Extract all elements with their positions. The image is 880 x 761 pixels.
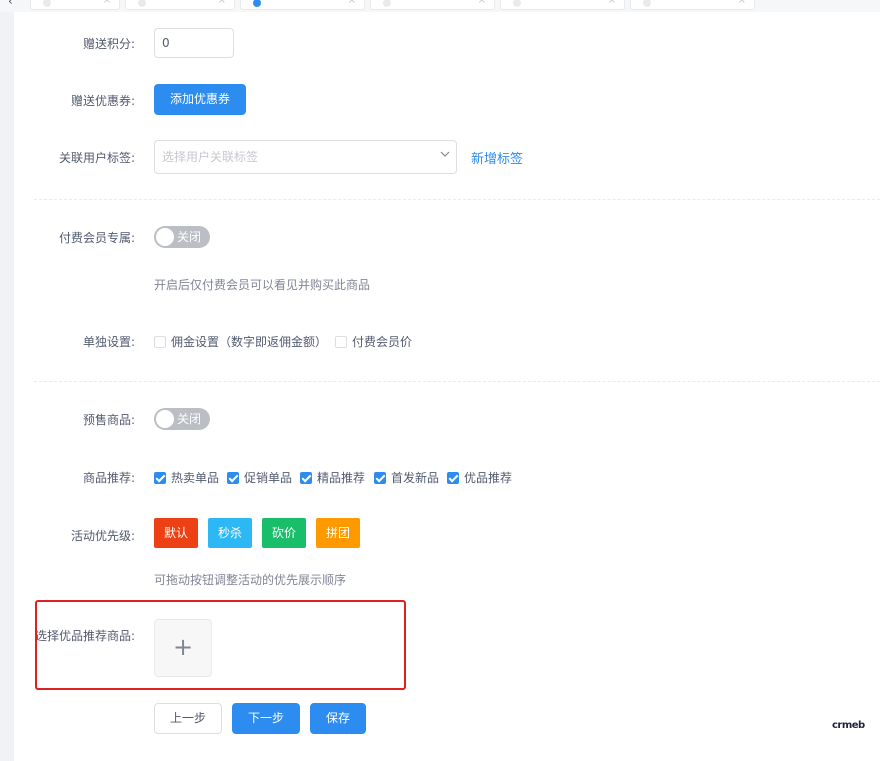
section-divider bbox=[34, 199, 880, 200]
tab-add-product[interactable]: × bbox=[240, 0, 365, 10]
vip-only-hint: 开启后仅付费会员可以看见并购买此商品 bbox=[154, 278, 371, 292]
recommend-label: 商品推荐: bbox=[82, 471, 135, 485]
checkbox-checked-icon[interactable] bbox=[154, 471, 166, 484]
points-label: 赠送积分: bbox=[82, 37, 135, 51]
user-tag-label: 关联用户标签: bbox=[58, 151, 135, 165]
close-icon[interactable]: × bbox=[218, 0, 226, 6]
coupon-label: 赠送优惠券: bbox=[70, 94, 135, 108]
user-tag-select[interactable]: 选择用户关联标签 bbox=[154, 140, 457, 174]
recommend-quality-checkbox[interactable]: 优品推荐 bbox=[447, 469, 512, 486]
activity-priority-hint: 可拖动按钮调整活动的优先展示顺序 bbox=[154, 573, 347, 587]
presale-switch[interactable]: 关闭 bbox=[154, 408, 210, 430]
presale-label: 预售商品: bbox=[82, 413, 135, 427]
close-icon[interactable]: × bbox=[608, 0, 616, 6]
next-step-button[interactable]: 下一步 bbox=[232, 703, 300, 734]
prev-step-button[interactable]: 上一步 bbox=[154, 703, 222, 734]
vip-only-switch[interactable]: 关闭 bbox=[154, 226, 210, 248]
commission-checkbox[interactable]: 佣金设置（数字即返佣金额） bbox=[154, 333, 327, 350]
scroll-left-icon[interactable]: ‹ bbox=[8, 0, 13, 8]
sidebar-edge bbox=[0, 12, 14, 761]
commission-checkbox-label: 佣金设置（数字即返佣金额） bbox=[171, 335, 328, 349]
checkbox-checked-icon[interactable] bbox=[374, 471, 386, 484]
tab-status-dot-icon bbox=[138, 0, 146, 7]
tab-status-dot-icon bbox=[513, 0, 521, 7]
tab-page-design[interactable]: × bbox=[370, 0, 495, 10]
checkbox-checked-icon[interactable] bbox=[227, 471, 239, 484]
tab-order-manage[interactable]: × bbox=[500, 0, 625, 10]
recommend-best-checkbox[interactable]: 精品推荐 bbox=[300, 469, 365, 486]
add-tag-link[interactable]: 新增标签 bbox=[471, 148, 523, 167]
recommend-new-checkbox[interactable]: 首发新品 bbox=[374, 469, 439, 486]
vip-only-switch-text: 关闭 bbox=[177, 230, 202, 244]
presale-switch-text: 关闭 bbox=[177, 412, 202, 426]
separate-setting-label: 单独设置: bbox=[82, 335, 135, 349]
priority-bargain-button[interactable]: 砍价 bbox=[262, 518, 306, 548]
close-icon[interactable]: × bbox=[738, 0, 746, 6]
recommend-new-label: 首发新品 bbox=[391, 471, 440, 485]
crmeb-logo: crmeb bbox=[832, 720, 865, 731]
add-coupon-button[interactable]: 添加优惠券 bbox=[154, 84, 246, 115]
tab-status-dot-icon bbox=[643, 0, 651, 7]
save-button[interactable]: 保存 bbox=[310, 703, 366, 734]
switch-knob bbox=[156, 228, 174, 246]
recommend-best-label: 精品推荐 bbox=[317, 471, 366, 485]
recommend-quality-label: 优品推荐 bbox=[464, 471, 513, 485]
tab-status-dot-icon bbox=[253, 0, 261, 7]
tab-status-dot-icon bbox=[43, 0, 51, 7]
chevron-down-icon bbox=[440, 151, 450, 157]
priority-default-button[interactable]: 默认 bbox=[154, 518, 198, 548]
section-divider bbox=[34, 381, 880, 382]
checkbox-checked-icon[interactable] bbox=[447, 471, 459, 484]
recommend-hot-label: 热卖单品 bbox=[171, 471, 220, 485]
tab-product-manage[interactable]: × bbox=[125, 0, 235, 10]
switch-knob bbox=[156, 410, 174, 428]
tab-home[interactable]: × bbox=[30, 0, 120, 10]
checkbox-box[interactable] bbox=[335, 335, 347, 348]
points-input[interactable]: 0 bbox=[154, 28, 234, 58]
checkbox-box[interactable] bbox=[154, 335, 166, 348]
tab-bar: ‹ × × × × × × bbox=[0, 0, 880, 12]
close-icon[interactable]: × bbox=[478, 0, 486, 6]
close-icon[interactable]: × bbox=[348, 0, 356, 6]
recommend-hot-checkbox[interactable]: 热卖单品 bbox=[154, 469, 219, 486]
tab-user-list[interactable]: × bbox=[630, 0, 755, 10]
highlight-box bbox=[35, 600, 406, 690]
priority-seckill-button[interactable]: 秒杀 bbox=[208, 518, 252, 548]
tab-status-dot-icon bbox=[383, 0, 391, 7]
priority-group-button[interactable]: 拼团 bbox=[316, 518, 360, 548]
recommend-promo-checkbox[interactable]: 促销单品 bbox=[227, 469, 292, 486]
close-icon[interactable]: × bbox=[103, 0, 111, 6]
vip-price-checkbox-label: 付费会员价 bbox=[352, 335, 413, 349]
recommend-promo-label: 促销单品 bbox=[244, 471, 293, 485]
vip-only-label: 付费会员专属: bbox=[58, 231, 135, 245]
vip-price-checkbox[interactable]: 付费会员价 bbox=[335, 333, 412, 350]
checkbox-checked-icon[interactable] bbox=[300, 471, 312, 484]
user-tag-placeholder: 选择用户关联标签 bbox=[162, 150, 259, 164]
activity-priority-label: 活动优先级: bbox=[70, 529, 135, 543]
points-value: 0 bbox=[162, 36, 170, 50]
